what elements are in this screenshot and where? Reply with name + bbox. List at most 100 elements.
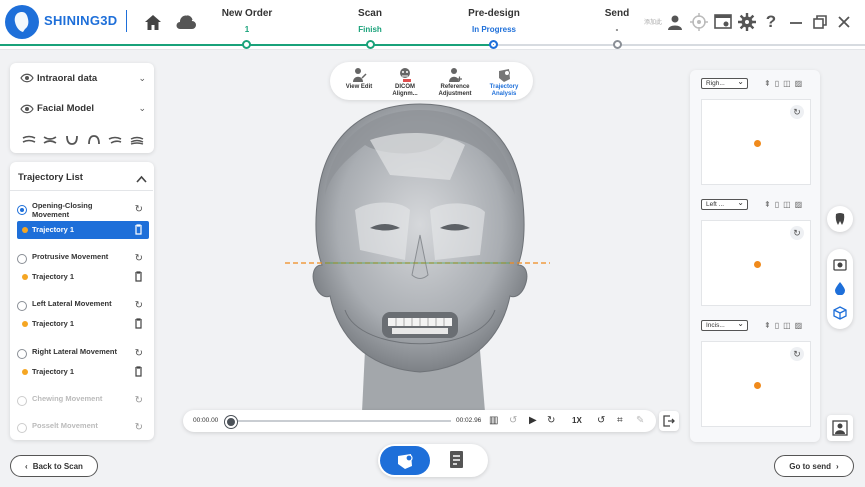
trash-icon[interactable]: [134, 366, 143, 377]
trajectory-item[interactable]: Trajectory 1: [17, 221, 149, 239]
facial-model-label[interactable]: Facial Model: [37, 103, 94, 114]
radio-button: [17, 396, 27, 406]
view-edit-tool[interactable]: View Edit: [336, 66, 382, 91]
user-icon[interactable]: [664, 11, 686, 33]
exit-icon[interactable]: [659, 411, 679, 431]
trajectory-item[interactable]: Trajectory 1: [17, 363, 149, 381]
movement-right-lateral[interactable]: Right Lateral Movement ↻: [17, 345, 149, 365]
radio-button[interactable]: [17, 205, 27, 215]
cloud-icon[interactable]: [175, 11, 197, 33]
both-jaws-icon[interactable]: [43, 135, 57, 145]
progress-knob[interactable]: [225, 416, 237, 428]
head-model[interactable]: [270, 100, 570, 412]
movement-left-lateral[interactable]: Left Lateral Movement ↻: [17, 297, 149, 317]
tooth-view-button[interactable]: [827, 206, 853, 232]
chevron-right-icon: ›: [836, 461, 839, 471]
split-view-icon[interactable]: ▥: [489, 415, 498, 426]
plane-icon: ⇞: [764, 321, 771, 330]
header: SHINING3D New Order 1 Scan Finish Pre-de…: [0, 0, 865, 50]
chevron-down-icon[interactable]: ⌄: [138, 103, 146, 114]
movement-label: Protrusive Movement: [32, 252, 109, 261]
chevron-up-icon[interactable]: [136, 170, 147, 188]
loop-icon[interactable]: ↺: [597, 415, 605, 426]
view-tools[interactable]: ⇞ ▯ ◫ ▨: [764, 321, 802, 330]
occlusion-left-icon[interactable]: [108, 135, 122, 145]
rewind-icon[interactable]: ↺: [509, 415, 517, 426]
view-select-left[interactable]: Left ...: [701, 198, 748, 210]
step-scan: Scan: [358, 8, 382, 19]
cup-icon: ◫: [783, 79, 791, 88]
trajectory-mode-button[interactable]: [380, 446, 430, 475]
tooth-icon: [835, 213, 845, 225]
radio-button[interactable]: [17, 349, 27, 359]
view-select-right[interactable]: Righ...: [701, 77, 748, 89]
grid-icon[interactable]: ⌗: [617, 415, 623, 426]
rotate-icon[interactable]: ↻: [790, 105, 804, 119]
lower-arch-icon[interactable]: [65, 135, 79, 145]
screenshot-icon[interactable]: [833, 257, 847, 271]
occlusion-right-icon[interactable]: [130, 135, 144, 145]
go-to-send-label: Go to send: [789, 461, 832, 471]
go-to-send-button[interactable]: Go to send ›: [774, 455, 854, 477]
target-icon[interactable]: [688, 11, 710, 33]
chevron-down-icon[interactable]: ⌄: [138, 73, 146, 84]
movement-protrusive[interactable]: Protrusive Movement ↻: [17, 250, 149, 270]
help-icon[interactable]: ?: [760, 11, 782, 33]
reference-adjustment-tool[interactable]: Reference Adjustment: [432, 66, 478, 97]
view-tools[interactable]: ⇞ ▯ ◫ ▨: [764, 200, 802, 209]
radio-button[interactable]: [17, 301, 27, 311]
movement-label: Opening-Closing Movement: [32, 201, 93, 219]
intraoral-data-label[interactable]: Intraoral data: [37, 73, 97, 84]
play-icon[interactable]: ▶: [529, 415, 537, 426]
view-tools[interactable]: ⇞ ▯ ◫ ▨: [764, 79, 802, 88]
view-select-incisal[interactable]: Incis...: [701, 319, 748, 331]
upper-jaw-icon[interactable]: [22, 135, 36, 145]
refresh-icon[interactable]: ↻: [135, 253, 143, 264]
window-icon[interactable]: [712, 11, 734, 33]
back-to-scan-button[interactable]: ‹ Back to Scan: [10, 455, 98, 477]
trajectory-dot: [22, 369, 28, 375]
left-view[interactable]: ↻: [701, 220, 811, 306]
refresh-icon[interactable]: ↻: [135, 300, 143, 311]
forward-icon[interactable]: ↻: [547, 415, 555, 426]
trace-icon[interactable]: ✎: [636, 415, 644, 426]
3d-viewport[interactable]: [270, 100, 570, 412]
radio-button: [17, 423, 27, 433]
trash-icon[interactable]: [134, 318, 143, 329]
rotate-icon[interactable]: ↻: [790, 347, 804, 361]
trajectory-item-label: Trajectory 1: [32, 225, 75, 234]
home-icon[interactable]: [142, 11, 164, 33]
right-view[interactable]: ↻: [701, 99, 811, 185]
minimize-icon[interactable]: [785, 11, 807, 33]
movement-opening-closing[interactable]: Opening-Closing Movement ↻: [17, 201, 149, 221]
view-edit-label: View Edit: [345, 84, 373, 90]
speed-label[interactable]: 1X: [572, 416, 582, 425]
report-mode-button[interactable]: [448, 450, 466, 475]
progress-slider[interactable]: [238, 420, 451, 422]
tooth-icon: ▯: [774, 79, 780, 88]
portrait-button[interactable]: [827, 415, 853, 441]
dicom-alignment-tool[interactable]: DICOM Alignm...: [382, 66, 428, 97]
refresh-icon[interactable]: ↻: [135, 348, 143, 359]
water-drop-icon[interactable]: [834, 281, 846, 295]
refresh-icon[interactable]: ↻: [135, 204, 143, 215]
trash-icon[interactable]: [134, 224, 143, 235]
back-to-scan-label: Back to Scan: [32, 461, 83, 471]
trajectory-item[interactable]: Trajectory 1: [17, 268, 149, 286]
step-new-order: New Order: [221, 8, 273, 19]
radio-button[interactable]: [17, 254, 27, 264]
cup-icon: ◫: [783, 321, 791, 330]
trajectory-item[interactable]: Trajectory 1: [17, 315, 149, 333]
incisal-view[interactable]: ↻: [701, 341, 811, 427]
trash-icon[interactable]: [134, 271, 143, 282]
upper-arch-icon[interactable]: [87, 135, 101, 145]
rotate-icon[interactable]: ↻: [790, 226, 804, 240]
close-icon[interactable]: [833, 11, 855, 33]
gear-icon[interactable]: [736, 11, 758, 33]
eye-icon[interactable]: [20, 73, 34, 83]
eye-icon[interactable]: [20, 104, 34, 114]
restore-icon[interactable]: [809, 11, 831, 33]
trajectory-analysis-tool[interactable]: Trajectory Analysis: [481, 66, 527, 97]
incisal-point: [754, 382, 761, 389]
cube-icon[interactable]: [833, 306, 847, 320]
